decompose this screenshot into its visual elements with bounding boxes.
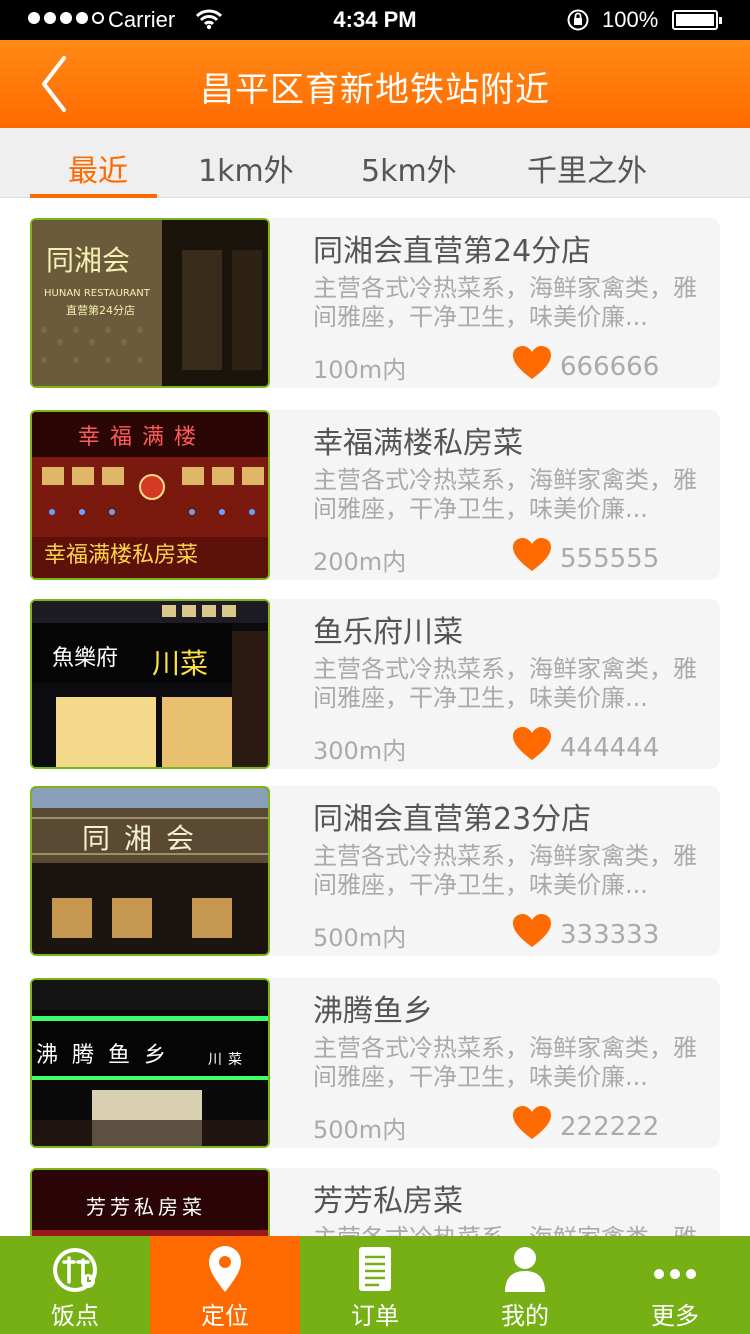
tab-bar-item-dining[interactable]: 饭点 — [0, 1236, 150, 1334]
page-title: 昌平区育新地铁站附近 — [200, 70, 550, 110]
like-count: 555555 — [560, 544, 660, 574]
sign-subtext: 川菜 — [208, 1052, 248, 1068]
tab-bar-label: 我的 — [501, 1302, 549, 1330]
like-count: 444444 — [560, 733, 660, 763]
restaurant-name: 鱼乐府川菜 — [313, 615, 463, 650]
heart-icon[interactable] — [513, 914, 551, 948]
order-list-icon — [359, 1247, 391, 1291]
restaurant-photo: 沸腾鱼乡 川菜 — [30, 978, 270, 1148]
rice-clock-icon — [53, 1248, 97, 1292]
tab-bar-label: 更多 — [651, 1302, 699, 1330]
restaurant-card[interactable]: 沸腾鱼乡 川菜 沸腾鱼乡 主营各式冷热菜系，海鲜家禽类，雅间雅座，干净卫生，味美… — [30, 978, 720, 1148]
heart-icon[interactable] — [513, 727, 551, 761]
restaurant-description: 主营各式冷热菜系，海鲜家禽类，雅间雅座，干净卫生，味美价廉... — [313, 655, 697, 712]
restaurant-list[interactable]: 同湘会 HUNAN RESTAURANT 直营第24分店 同湘会直营第24分店 … — [0, 198, 750, 1236]
tab-nearest[interactable]: 最近 — [68, 146, 128, 190]
distance-filter-tabs: 最近 1km外 5km外 千里之外 — [0, 128, 750, 198]
tab-bar-label: 饭点 — [51, 1302, 99, 1330]
restaurant-distance: 300m内 — [313, 737, 407, 765]
restaurant-card[interactable]: 幸福满楼 幸福满楼私房菜 幸福满楼私房菜 主营各式冷热菜系，海鲜家禽类，雅间雅座… — [30, 410, 720, 580]
rotation-lock-icon — [567, 9, 589, 31]
sign-subtext: 幸福满楼私房菜 — [44, 543, 198, 568]
restaurant-name: 沸腾鱼乡 — [313, 994, 433, 1029]
restaurant-photo: 芳芳私房菜 — [30, 1168, 270, 1236]
restaurant-photo: 幸福满楼 幸福满楼私房菜 — [30, 410, 270, 580]
restaurant-description: 主营各式冷热菜系，海鲜家禽类，雅间雅座，干净卫生，味美价廉... — [313, 1224, 708, 1236]
restaurant-photo: 魚樂府 川菜 — [30, 599, 270, 769]
battery-icon — [672, 10, 722, 30]
restaurant-card[interactable]: 同湘会 HUNAN RESTAURANT 直营第24分店 同湘会直营第24分店 … — [30, 218, 720, 388]
restaurant-distance: 200m内 — [313, 548, 407, 576]
restaurant-card[interactable]: 同湘会 同湘会直营第23分店 主营各式冷热菜系，海鲜家禽类，雅间雅座，干净卫生，… — [30, 786, 720, 956]
tab-bar-label: 订单 — [351, 1302, 399, 1330]
restaurant-card[interactable]: 魚樂府 川菜 鱼乐府川菜 主营各式冷热菜系，海鲜家禽类，雅间雅座，干净卫生，味美… — [30, 599, 720, 769]
sign-subtext: HUNAN RESTAURANT — [44, 288, 151, 299]
sign-subtext-2: 直营第24分店 — [66, 303, 135, 317]
bottom-tab-bar: 饭点 定位 订单 我的 更多 — [0, 1236, 750, 1334]
status-bar: Carrier 4:34 PM 100% — [0, 0, 750, 40]
restaurant-name: 芳芳私房菜 — [313, 1184, 463, 1219]
sign-subtext: 川菜 — [152, 647, 208, 680]
sign-text: 魚樂府 — [52, 646, 118, 671]
heart-icon[interactable] — [513, 1106, 551, 1140]
tab-bar-item-more[interactable]: 更多 — [600, 1236, 750, 1334]
sign-text: 沸腾鱼乡 — [36, 1043, 180, 1068]
heart-icon[interactable] — [513, 538, 551, 572]
restaurant-description: 主营各式冷热菜系，海鲜家禽类，雅间雅座，干净卫生，味美价廉... — [313, 466, 697, 523]
user-icon — [505, 1247, 545, 1292]
restaurant-distance: 500m内 — [313, 1116, 407, 1144]
tab-bar-item-orders[interactable]: 订单 — [300, 1236, 450, 1334]
tab-bar-label: 定位 — [201, 1302, 249, 1330]
sign-text: 同湘会 — [82, 822, 208, 855]
restaurant-description: 主营各式冷热菜系，海鲜家禽类，雅间雅座，干净卫生，味美价廉... — [313, 842, 697, 899]
restaurant-distance: 500m内 — [313, 924, 407, 952]
restaurant-name: 幸福满楼私房菜 — [313, 426, 523, 461]
sign-text: 幸福满楼 — [78, 425, 206, 450]
like-count: 222222 — [560, 1112, 660, 1142]
restaurant-photo: 同湘会 HUNAN RESTAURANT 直营第24分店 — [30, 218, 270, 388]
tab-bar-item-mine[interactable]: 我的 — [450, 1236, 600, 1334]
like-count: 666666 — [560, 352, 660, 382]
restaurant-distance: 100m内 — [313, 356, 407, 384]
tab-bar-item-location[interactable]: 定位 — [150, 1236, 300, 1334]
restaurant-name: 同湘会直营第23分店 — [313, 802, 592, 837]
restaurant-photo: 同湘会 — [30, 786, 270, 956]
like-count: 333333 — [560, 920, 660, 950]
restaurant-name: 同湘会直营第24分店 — [313, 234, 592, 269]
tab-1km[interactable]: 1km外 — [198, 146, 294, 190]
sign-text: 芳芳私房菜 — [86, 1195, 206, 1219]
tab-far-away[interactable]: 千里之外 — [527, 146, 647, 190]
restaurant-card[interactable]: 芳芳私房菜 芳芳私房菜 主营各式冷热菜系，海鲜家禽类，雅间雅座，干净卫生，味美价… — [30, 1168, 720, 1236]
more-dots-icon — [654, 1269, 696, 1279]
navigation-bar: 昌平区育新地铁站附近 — [0, 40, 750, 128]
heart-icon[interactable] — [513, 346, 551, 380]
restaurant-description: 主营各式冷热菜系，海鲜家禽类，雅间雅座，干净卫生，味美价廉... — [313, 1034, 697, 1091]
restaurant-description: 主营各式冷热菜系，海鲜家禽类，雅间雅座，干净卫生，味美价廉... — [313, 274, 697, 331]
tab-5km[interactable]: 5km外 — [361, 146, 457, 190]
battery-percentage: 100% — [602, 7, 659, 32]
location-pin-icon — [209, 1246, 241, 1292]
sign-text: 同湘会 — [46, 244, 130, 277]
